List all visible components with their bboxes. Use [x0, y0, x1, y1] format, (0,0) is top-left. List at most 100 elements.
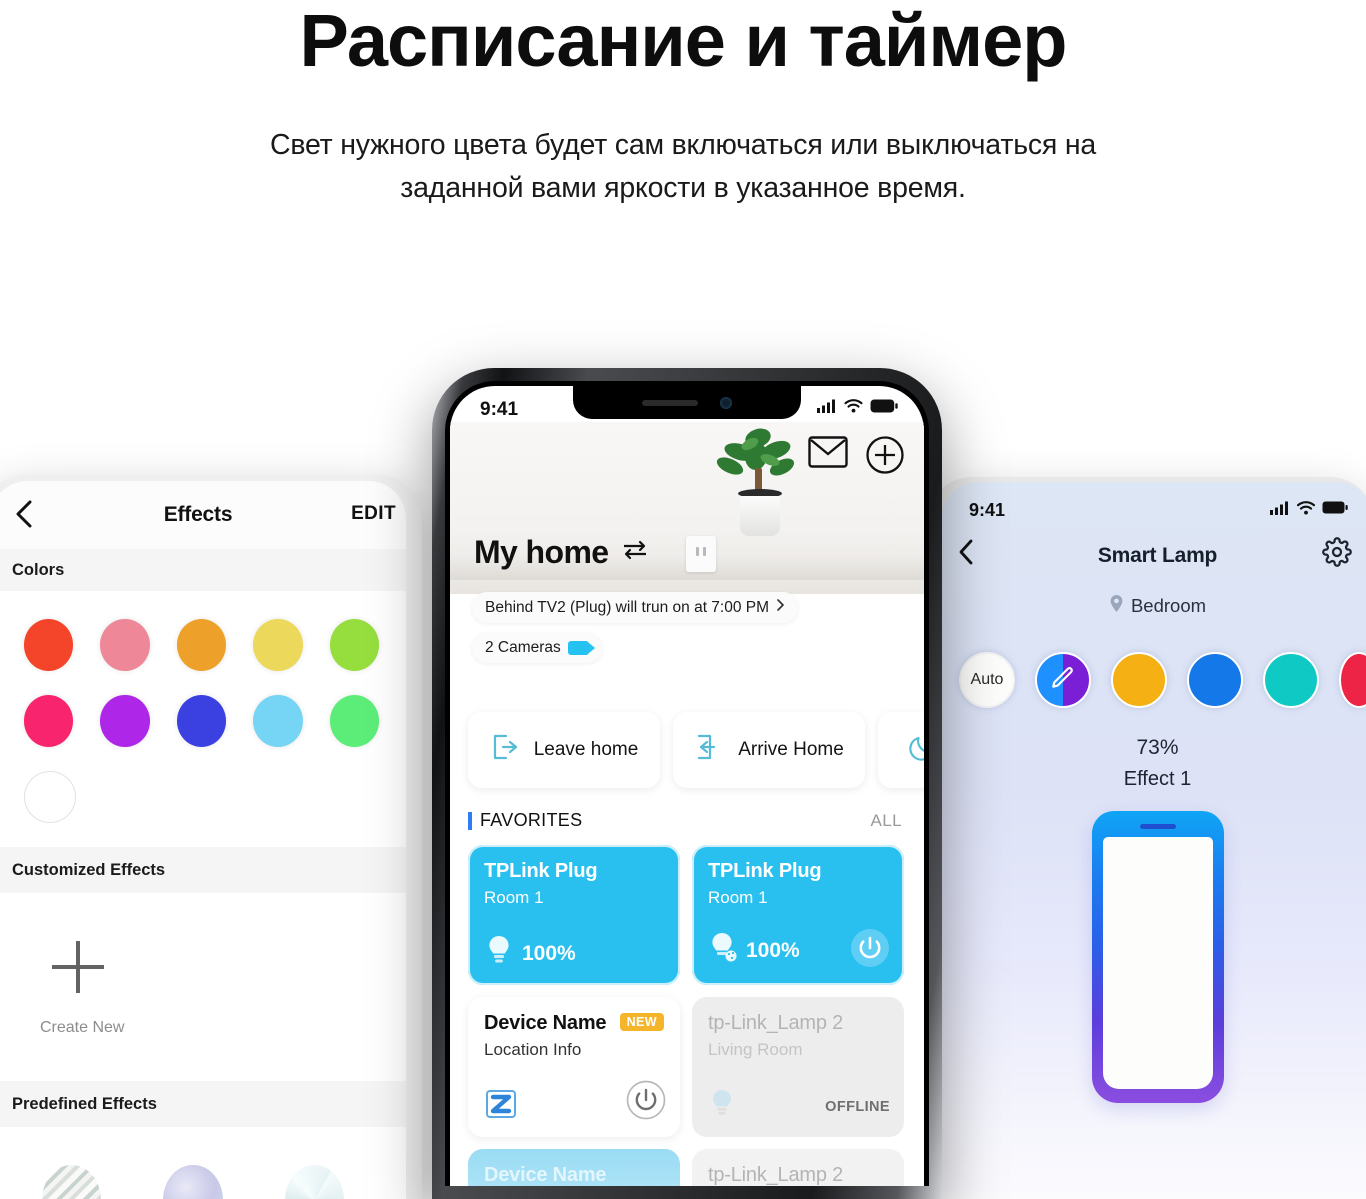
effects-title: Effects — [163, 503, 233, 526]
schedule-notice-pill[interactable]: Behind TV2 (Plug) will trun on at 7:00 P… — [472, 592, 799, 623]
back-icon[interactable] — [955, 536, 979, 568]
zigbee-icon — [484, 1087, 516, 1119]
swatch-row-1 — [0, 619, 406, 671]
status-time: 9:41 — [969, 499, 1006, 520]
color-swatch[interactable] — [329, 619, 380, 671]
color-swatch-grid — [0, 591, 406, 823]
device-card[interactable]: tp-Link_Lamp 2 Living Room — [692, 1149, 904, 1186]
edit-button[interactable]: EDIT — [351, 503, 396, 525]
lamp-color-swatch[interactable] — [1111, 652, 1167, 708]
right-phone: 9:41 Smart Lamp Bedroom Auto 73% Effect … — [928, 477, 1366, 1199]
device-card-brightness: 100% — [522, 941, 576, 965]
device-card-room: Room 1 — [708, 888, 768, 907]
lamp-color-swatch[interactable] — [1187, 652, 1243, 708]
back-icon[interactable] — [12, 497, 38, 531]
predefined-effect-item[interactable] — [163, 1165, 223, 1199]
device-card-footer: 100% — [484, 934, 666, 973]
battery-full-icon — [1322, 501, 1348, 519]
color-swatch[interactable] — [24, 695, 74, 747]
pencil-icon — [1050, 665, 1076, 696]
plus-circle-icon[interactable] — [866, 436, 904, 479]
color-swatch[interactable] — [176, 619, 227, 671]
page-title: Расписание и таймер — [299, 0, 1067, 82]
favorites-header-row: FAVORITES ALL — [450, 788, 924, 831]
bulb-share-icon — [708, 931, 738, 970]
mail-icon[interactable] — [808, 436, 848, 479]
status-icons — [1270, 500, 1348, 520]
right-phone-screen: 9:41 Smart Lamp Bedroom Auto 73% Effect … — [941, 482, 1366, 1199]
home-title-row[interactable]: My home — [474, 534, 648, 571]
lamp-preview-wrap — [941, 811, 1366, 1103]
promo-page: Расписание и таймер Свет нужного цвета б… — [0, 0, 1366, 1199]
all-link[interactable]: ALL — [871, 811, 902, 831]
cameras-pill[interactable]: 2 Cameras — [472, 633, 602, 663]
status-icons — [817, 399, 898, 418]
create-new-block[interactable]: Create New — [0, 893, 406, 1081]
new-badge: NEW — [619, 1013, 664, 1031]
predefined-effect-item[interactable] — [284, 1165, 344, 1199]
plant-pot — [740, 496, 780, 536]
leave-home-button[interactable]: Leave home — [468, 712, 660, 788]
center-status-bar: 9:41 — [450, 386, 924, 422]
power-icon[interactable] — [626, 1080, 666, 1125]
leave-home-label: Leave home — [533, 739, 639, 760]
device-card-footer-left: 100% — [708, 931, 800, 970]
phones-group: Effects EDIT Colors Customized Effects C… — [0, 300, 1366, 1199]
gear-icon[interactable] — [1322, 537, 1352, 572]
color-swatch[interactable] — [176, 695, 227, 747]
device-card[interactable]: TPLink Plug Room 1 100% — [468, 845, 680, 985]
room-label-row: Bedroom — [941, 594, 1366, 618]
arrive-home-button[interactable]: Arrive Home — [673, 712, 865, 788]
switch-home-icon[interactable] — [622, 539, 648, 566]
exit-door-icon — [490, 732, 520, 768]
effect-name: Effect 1 — [1123, 768, 1192, 790]
signal-bars-icon — [817, 399, 837, 418]
device-card[interactable]: TPLink Plug Room 1 100% — [692, 845, 904, 985]
favorites-accent-bar — [468, 811, 472, 830]
plus-icon[interactable] — [52, 941, 104, 993]
favorites-label: FAVORITES — [480, 810, 583, 830]
predefined-effect-item[interactable] — [42, 1165, 102, 1199]
device-card-title: Device Name — [484, 1164, 607, 1186]
center-phone: 9:41 My home Behind TV2 (Plug) will trun… — [432, 368, 942, 1199]
subtitle-line-2: заданной вами яркости в указанное время. — [400, 172, 966, 205]
predefined-effects-row — [0, 1127, 406, 1199]
color-swatch[interactable] — [253, 619, 303, 671]
lamp-inner-surface — [1102, 824, 1213, 1089]
night-mode-button[interactable] — [878, 712, 924, 788]
device-card[interactable]: Device Name Location Info — [468, 1149, 680, 1186]
cameras-text: 2 Cameras — [485, 639, 561, 656]
swatch-row-2 — [0, 695, 406, 747]
color-swatch[interactable] — [329, 695, 380, 747]
lamp-color-swatch[interactable] — [1339, 652, 1366, 708]
location-pin-icon — [1109, 594, 1124, 618]
signal-bars-icon — [1270, 501, 1290, 520]
power-icon[interactable] — [850, 928, 890, 973]
effects-navbar: Effects EDIT — [0, 481, 406, 549]
color-swatch[interactable] — [100, 619, 150, 671]
color-swatch[interactable] — [100, 695, 150, 747]
wifi-icon — [844, 399, 863, 418]
edit-color-button[interactable] — [1035, 652, 1091, 708]
subtitle-line-1: Свет нужного цвета будет сам включаться … — [269, 129, 1097, 161]
color-swatch[interactable] — [24, 619, 74, 671]
status-badge: OFFLINE — [825, 1098, 890, 1115]
swatch-row-3 — [0, 771, 406, 823]
device-card-title: tp-Link_Lamp 2 — [708, 1164, 844, 1186]
create-new-label: Create New — [40, 1019, 125, 1036]
page-subtitle: Свет нужного цвета будет сам включаться … — [0, 124, 1366, 211]
section-predefined-header: Predefined Effects — [0, 1081, 406, 1127]
lamp-color-swatch[interactable] — [1263, 652, 1319, 708]
lamp-preview[interactable] — [1091, 811, 1224, 1103]
color-swatch-white[interactable] — [24, 771, 76, 823]
auto-color-button[interactable]: Auto — [959, 652, 1015, 708]
home-title: My home — [474, 534, 609, 570]
device-card[interactable]: tp-Link_Lamp 2 Living Room OFFLINE — [692, 997, 904, 1137]
device-card-title: TPLink Plug — [708, 860, 822, 882]
center-phone-screen: 9:41 My home Behind TV2 (Plug) will trun… — [450, 386, 924, 1186]
device-card-footer — [484, 1080, 666, 1125]
color-swatch[interactable] — [253, 695, 303, 747]
room-name: Bedroom — [1130, 595, 1207, 616]
device-cards-grid: TPLink Plug Room 1 100% TPLink Plug Room… — [450, 831, 924, 1186]
device-card[interactable]: Device Name Location Info NEW — [468, 997, 680, 1137]
